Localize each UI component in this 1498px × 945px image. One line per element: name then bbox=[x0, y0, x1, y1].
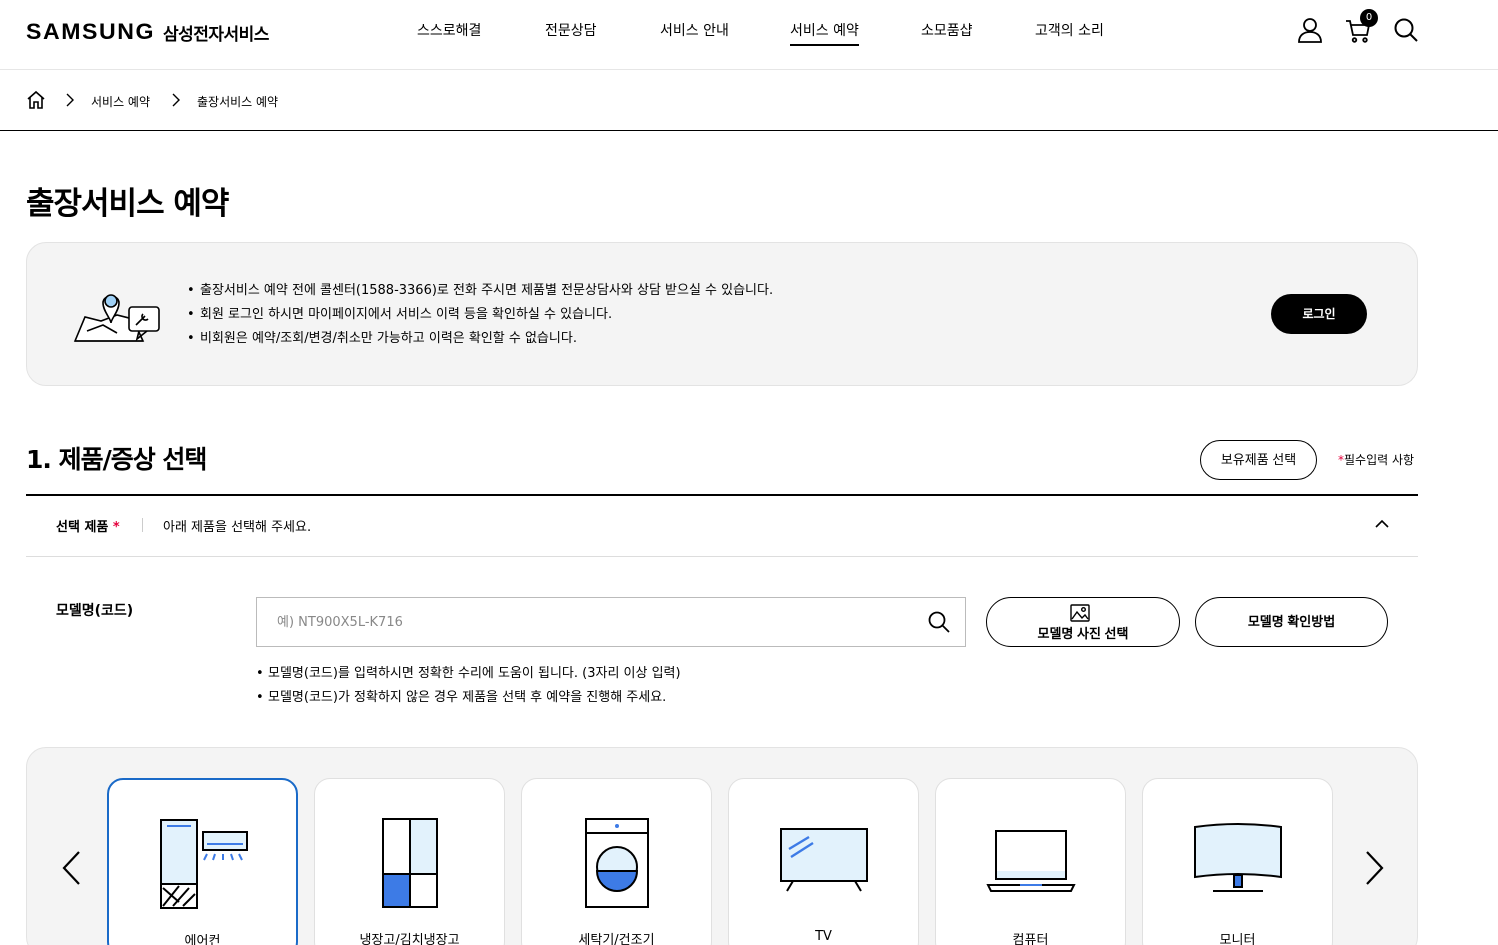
selected-product-message: 아래 제품을 선택해 주세요. bbox=[163, 520, 312, 535]
breadcrumb-service-booking[interactable]: 서비스 예약 bbox=[91, 93, 150, 110]
air-conditioner-icon bbox=[160, 819, 248, 909]
notice-list: 출장서비스 예약 전에 콜센터(1588-3366)로 전화 주시면 제품별 전… bbox=[187, 279, 773, 351]
notice-line: 비회원은 예약/조회/변경/취소만 가능하고 이력은 확인할 수 없습니다. bbox=[187, 327, 773, 351]
chevron-right-icon bbox=[66, 93, 74, 107]
product-label: TV bbox=[815, 929, 832, 944]
product-label: 세탁기/건조기 bbox=[578, 933, 655, 945]
selected-product-label: 선택 제품 * bbox=[56, 520, 120, 535]
product-card-air-conditioner[interactable]: 에어컨 bbox=[107, 778, 298, 945]
nav-item-customer-voice[interactable]: 고객의 소리 bbox=[1035, 20, 1104, 46]
selected-product-row[interactable]: 선택 제품 * 아래 제품을 선택해 주세요. bbox=[26, 496, 1418, 557]
search-icon[interactable] bbox=[1392, 16, 1420, 44]
required-note: *필수입력 사항 bbox=[1338, 453, 1415, 467]
model-search-field bbox=[256, 597, 966, 647]
refrigerator-icon bbox=[382, 818, 438, 908]
laptop-icon bbox=[986, 830, 1076, 892]
nav-item-self-help[interactable]: 스스로해결 bbox=[417, 20, 481, 46]
image-icon bbox=[1070, 604, 1090, 622]
product-card-computer[interactable]: 컴퓨터 bbox=[935, 778, 1126, 945]
page-title: 출장서비스 예약 bbox=[26, 186, 229, 222]
chevron-right-icon bbox=[172, 93, 180, 107]
cart-count-badge: 0 bbox=[1360, 9, 1378, 27]
breadcrumb: 서비스 예약 출장서비스 예약 bbox=[0, 71, 1498, 131]
model-label: 모델명(코드) bbox=[56, 603, 134, 619]
model-tips: 모델명(코드)를 입력하시면 정확한 수리에 도움이 됩니다. (3자리 이상 … bbox=[256, 662, 681, 710]
carousel-prev-icon[interactable] bbox=[60, 850, 84, 886]
nav-item-consult[interactable]: 전문상담 bbox=[545, 20, 597, 46]
product-card-washing-machine[interactable]: 세탁기/건조기 bbox=[521, 778, 712, 945]
section-title: 1. 제품/증상 선택 bbox=[26, 445, 207, 474]
carousel-next-icon[interactable] bbox=[1362, 850, 1386, 886]
notice-box: 출장서비스 예약 전에 콜센터(1588-3366)로 전화 주시면 제품별 전… bbox=[26, 242, 1418, 386]
login-button[interactable]: 로그인 bbox=[1271, 294, 1367, 334]
model-photo-label: 모델명 사진 선택 bbox=[1037, 626, 1129, 641]
product-label: 냉장고/김치냉장고 bbox=[359, 933, 460, 945]
product-label: 모니터 bbox=[1219, 933, 1256, 945]
notice-line: 회원 로그인 하시면 마이페이지에서 서비스 이력 등을 확인하실 수 있습니다… bbox=[187, 303, 773, 327]
product-card-refrigerator[interactable]: 냉장고/김치냉장고 bbox=[314, 778, 505, 945]
nav-item-supplies-shop[interactable]: 소모품샵 bbox=[921, 20, 973, 46]
service-map-illustration-icon bbox=[73, 294, 160, 342]
nav-item-service-info[interactable]: 서비스 안내 bbox=[660, 20, 729, 46]
model-photo-button[interactable]: 모델명 사진 선택 bbox=[986, 597, 1180, 647]
washing-machine-icon bbox=[585, 818, 649, 908]
product-label: 컴퓨터 bbox=[1012, 933, 1049, 945]
product-card-tv[interactable]: TV bbox=[728, 778, 919, 945]
home-icon[interactable] bbox=[26, 90, 46, 110]
user-icon[interactable] bbox=[1296, 16, 1324, 44]
model-tip: 모델명(코드)가 정확하지 않은 경우 제품을 선택 후 예약을 진행해 주세요… bbox=[256, 686, 681, 710]
model-how-to-button[interactable]: 모델명 확인방법 bbox=[1195, 597, 1388, 647]
product-label: 에어컨 bbox=[184, 934, 221, 945]
divider bbox=[142, 518, 143, 532]
owned-product-button[interactable]: 보유제품 선택 bbox=[1200, 440, 1317, 480]
product-card-monitor[interactable]: 모니터 bbox=[1142, 778, 1333, 945]
chevron-up-icon[interactable] bbox=[1374, 516, 1390, 532]
monitor-icon bbox=[1194, 823, 1282, 892]
model-search-icon[interactable] bbox=[927, 610, 951, 634]
main-nav: 스스로해결 전문상담 서비스 안내 서비스 예약 소모품샵 고객의 소리 bbox=[0, 0, 1498, 70]
model-tip: 모델명(코드)를 입력하시면 정확한 수리에 도움이 됩니다. (3자리 이상 … bbox=[256, 662, 681, 686]
tv-icon bbox=[780, 828, 868, 892]
nav-item-service-booking[interactable]: 서비스 예약 bbox=[790, 20, 859, 46]
model-input[interactable] bbox=[257, 598, 917, 646]
notice-line: 출장서비스 예약 전에 콜센터(1588-3366)로 전화 주시면 제품별 전… bbox=[187, 279, 773, 303]
site-header: SAMSUNG 삼성전자서비스 스스로해결 전문상담 서비스 안내 서비스 예약… bbox=[0, 0, 1498, 70]
breadcrumb-visit-booking[interactable]: 출장서비스 예약 bbox=[197, 93, 278, 110]
